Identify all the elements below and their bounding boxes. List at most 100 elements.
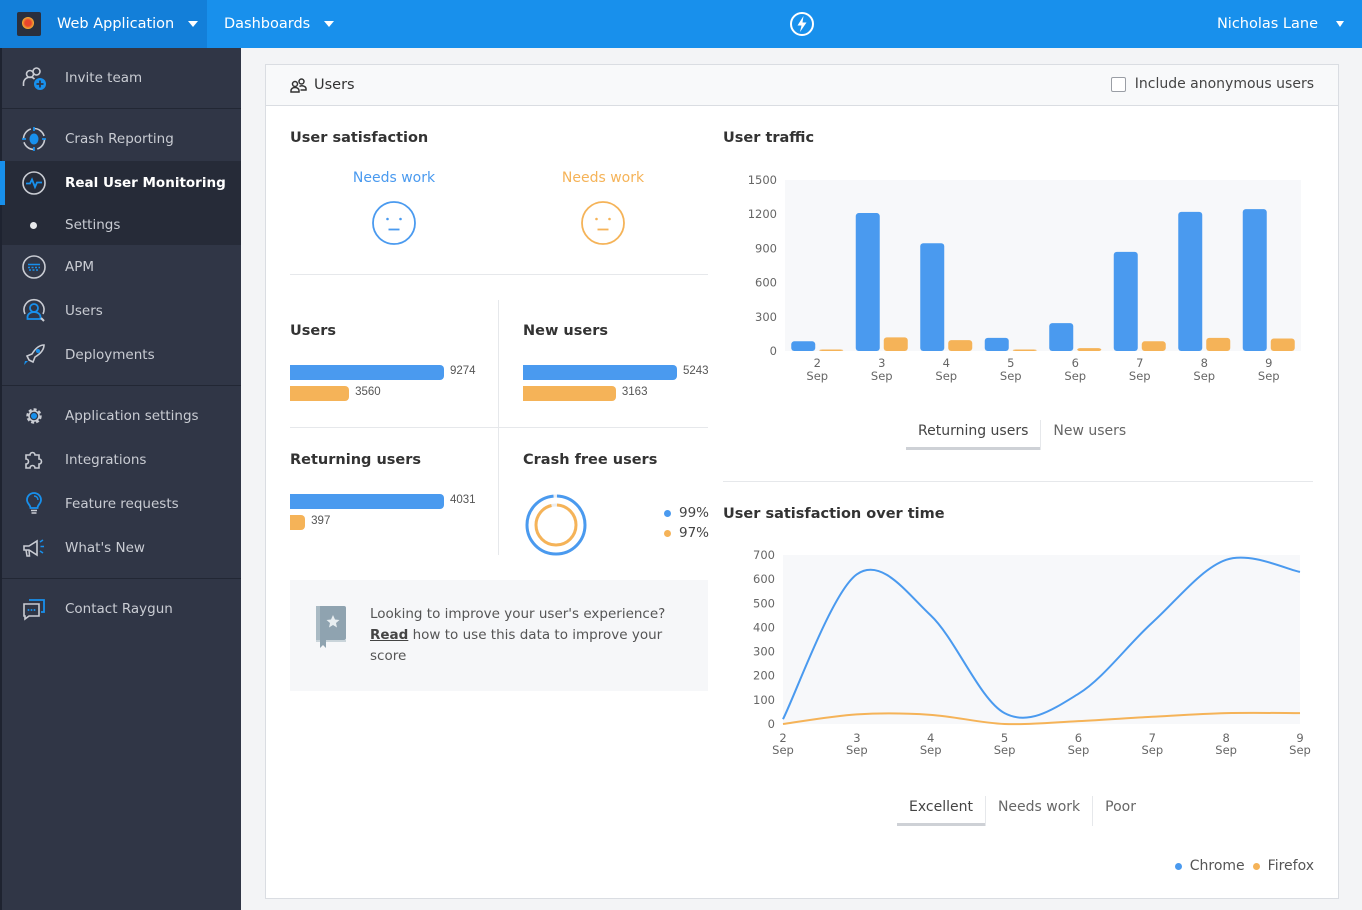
x-tick-label: 3 [878,356,885,370]
tab-needs-work[interactable]: Needs work [986,796,1094,826]
user-name: Nicholas Lane [1216,16,1318,32]
chrome-crash-free-legend: 99% [664,505,709,521]
sidebar-item-label: Real User Monitoring [65,175,226,191]
invite-team-icon [22,67,46,90]
sidebar-item-label: Integrations [65,452,147,468]
sidebar-item-feature-requests[interactable]: Feature requests [2,482,241,526]
x-tick-label: Sep [1068,743,1090,757]
x-tick-label: Sep [1215,743,1237,757]
x-tick-label: Sep [1258,369,1280,383]
users-icon [23,298,45,322]
sidebar-item-users[interactable]: Users [2,289,241,333]
firefox-crash-free-legend: 97% [664,525,709,541]
x-tick-label: Sep [1129,369,1151,383]
y-tick-label: 500 [753,596,775,610]
tab-returning-users[interactable]: Returning users [906,420,1042,450]
read-link[interactable]: Read [370,627,408,643]
sidebar-item-application-settings[interactable]: Application settings [2,394,241,438]
divider [290,427,708,428]
bar-firefox-7 [1141,341,1166,351]
new-users-firefox-bar [523,386,616,401]
sidebar-item-whats-new[interactable]: What's New [2,526,241,570]
bar-chrome-9 [1242,209,1267,351]
sidebar-item-label: APM [65,259,95,275]
user-menu[interactable]: Nicholas Lane [1217,0,1344,48]
x-tick-label: Sep [772,743,794,757]
chat-icon [23,599,45,621]
checkbox-icon[interactable] [1110,76,1126,92]
bar-chrome-4 [920,243,945,351]
chrome-crash-free-pct: 99% [679,505,710,521]
users-chrome-bar [290,365,444,380]
sidebar-item-settings[interactable]: Settings [2,205,241,245]
include-anonymous-users-checkbox[interactable]: Include anonymous users [1110,76,1314,92]
bar-firefox-9 [1270,338,1295,351]
x-tick-label: 7 [1136,356,1143,370]
new-users-stat-title: New users [523,323,608,339]
gear-icon [26,408,42,424]
crash-free-users-title: Crash free users [523,452,658,468]
user-satisfaction-title: User satisfaction [290,130,429,146]
y-tick-label: 600 [755,276,777,290]
raygun-bolt-icon[interactable] [789,11,815,37]
sidebar-item-deployments[interactable]: Deployments [2,333,241,377]
y-tick-label: 100 [753,693,775,707]
sidebar-item-label: Application settings [65,408,199,424]
tip-text: Looking to improve your user's experienc… [370,604,680,667]
bar-firefox-5 [1012,349,1037,351]
y-tick-label: 1200 [748,207,777,221]
firefox-dot-icon [664,529,671,537]
x-tick-label: Sep [935,369,957,383]
new-users-firefox-value: 3163 [621,386,648,398]
users-group-icon [290,78,307,93]
divider [290,274,708,275]
satisfaction-over-time-chart: 01002003004005006007002Sep3Sep4Sep5Sep6S… [753,548,1311,757]
x-tick-label: Sep [871,369,893,383]
dashboards-menu[interactable]: Dashboards [208,0,335,48]
y-tick-label: 300 [755,310,777,324]
app-switcher[interactable]: Web Application [0,0,207,48]
pulse-icon [22,171,46,195]
bar-chrome-3 [855,213,880,351]
sidebar-item-label: Deployments [65,347,155,363]
satisfaction-over-time-title: User satisfaction over time [723,506,945,522]
crash-free-donut [525,494,587,556]
sidebar-item-integrations[interactable]: Integrations [2,438,241,482]
firefox-dot-icon [1252,862,1260,870]
y-tick-label: 1500 [748,173,777,187]
megaphone-icon [23,539,44,557]
sidebar-item-label: What's New [65,540,145,556]
bar-firefox-4 [948,340,973,351]
returning-users-chrome-bar [290,494,444,509]
sidebar-item-real-user-monitoring[interactable]: Real User Monitoring [0,161,241,205]
sidebar-item-invite-team[interactable]: Invite team [2,56,241,100]
include-anonymous-label: Include anonymous users [1134,76,1314,92]
bar-firefox-6 [1077,348,1102,351]
returning-users-firefox-bar [290,515,306,530]
sidebar-item-apm[interactable]: APM [2,245,241,289]
x-tick-label: 9 [1265,356,1272,370]
tab-excellent[interactable]: Excellent [897,796,986,826]
tab-poor[interactable]: Poor [1093,796,1148,826]
sidebar: Invite team Crash Reporting Real User Mo… [0,48,241,910]
lightbulb-icon [26,492,42,514]
users-firefox-bar [290,386,350,401]
puzzle-icon [25,451,43,469]
y-tick-label: 0 [770,344,777,358]
x-tick-label: 2 [814,356,821,370]
new-users-chrome-bar [523,365,677,380]
x-tick-label: Sep [1064,369,1086,383]
caret-down-icon [188,21,199,27]
new-users-chrome-value: 5243 [683,365,709,377]
user-traffic-chart: 0300600900120015002Sep3Sep4Sep5Sep6Sep7S… [748,173,1301,383]
sidebar-item-crash-reporting[interactable]: Crash Reporting [2,117,241,161]
x-tick-label: Sep [1289,743,1311,757]
bar-chrome-5 [984,337,1009,351]
bar-chrome-6 [1049,323,1074,351]
tab-new-users[interactable]: New users [1041,420,1138,450]
x-tick-label: 4 [943,356,950,370]
sidebar-item-contact-raygun[interactable]: Contact Raygun [2,587,241,631]
x-tick-label: Sep [1193,369,1215,383]
y-tick-label: 400 [753,620,775,634]
book-star-icon [316,606,346,648]
